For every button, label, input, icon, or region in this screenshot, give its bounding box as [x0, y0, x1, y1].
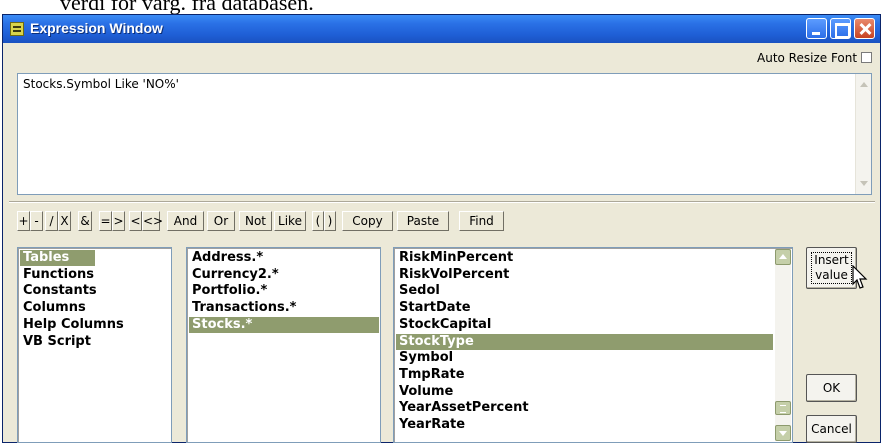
list-item[interactable]: Address.* — [189, 250, 379, 266]
app-icon — [10, 22, 24, 36]
list-item[interactable]: Help Columns — [20, 317, 124, 333]
operator-button[interactable]: Paste — [397, 211, 449, 231]
list-item[interactable]: Sedol — [396, 283, 773, 299]
operator-button[interactable]: <> — [142, 211, 163, 231]
insert-value-button[interactable]: Insert value — [806, 247, 857, 289]
scroll-up-icon[interactable] — [775, 249, 791, 265]
minimize-icon[interactable] — [806, 18, 827, 39]
scroll-down-icon[interactable] — [860, 181, 868, 186]
column-list-scrollbar[interactable] — [775, 249, 791, 441]
list-item[interactable]: RiskVolPercent — [396, 267, 773, 283]
list-item[interactable]: Columns — [20, 300, 95, 316]
list-item[interactable]: YearRate — [396, 417, 773, 433]
expression-scrollbar[interactable] — [855, 74, 871, 194]
expression-window: Expression Window Auto Resize Font Stock… — [2, 14, 881, 443]
operator-button[interactable]: - — [30, 211, 43, 231]
scroll-up-icon[interactable] — [860, 82, 868, 87]
list-item[interactable]: Stocks.* — [189, 316, 379, 333]
focus-rect — [811, 252, 852, 284]
operator-button[interactable]: > — [112, 211, 125, 231]
auto-resize-checkbox[interactable] — [861, 52, 873, 63]
expression-editor[interactable]: Stocks.Symbol Like 'NO%' — [17, 73, 872, 195]
operator-button[interactable]: Find — [459, 211, 504, 231]
list-item[interactable]: Volume — [396, 384, 773, 400]
operator-button[interactable]: Copy — [342, 211, 393, 231]
operator-button[interactable]: X — [58, 211, 71, 231]
list-item[interactable]: Symbol — [396, 350, 773, 366]
operator-button[interactable]: < — [129, 211, 142, 231]
operator-button[interactable]: / — [45, 211, 58, 231]
list-item[interactable]: RiskMinPercent — [396, 250, 773, 266]
scroll-thumb[interactable] — [775, 401, 791, 415]
ok-button[interactable]: OK — [806, 374, 857, 402]
list-item[interactable]: Currency2.* — [189, 267, 379, 283]
list-item[interactable]: YearAssetPercent — [396, 400, 773, 416]
operator-button[interactable]: ( — [312, 211, 324, 231]
list-item[interactable]: StockType — [396, 333, 773, 350]
operator-button[interactable]: Not — [239, 211, 272, 231]
maximize-icon[interactable] — [830, 18, 851, 39]
divider — [9, 201, 875, 203]
close-icon[interactable] — [854, 18, 875, 39]
list-item[interactable]: StartDate — [396, 300, 773, 316]
auto-resize-label: Auto Resize Font — [757, 51, 858, 65]
column-list[interactable]: RiskMinPercent RiskVolPercent Sedol StartDa… — [393, 247, 793, 443]
operator-button[interactable]: And — [167, 211, 204, 231]
table-list[interactable]: Address.* Currency2.* Portfolio.* Transacti… — [186, 247, 381, 443]
window-title: Expression Window — [30, 20, 163, 36]
operator-button[interactable]: ) — [324, 211, 336, 231]
list-item[interactable]: Constants — [20, 283, 97, 299]
list-item[interactable]: StockCapital — [396, 317, 773, 333]
operator-button[interactable]: Like — [274, 211, 306, 231]
scroll-down-icon[interactable] — [775, 425, 791, 441]
operator-button[interactable]: + — [17, 211, 30, 231]
mouse-cursor-icon — [852, 265, 868, 289]
list-item[interactable]: TmpRate — [396, 367, 773, 383]
operator-button[interactable]: = — [99, 211, 112, 231]
list-item[interactable]: Transactions.* — [189, 300, 379, 316]
expression-text[interactable]: Stocks.Symbol Like 'NO%' — [23, 77, 179, 91]
title-bar[interactable]: Expression Window — [3, 15, 880, 43]
cancel-button[interactable]: Cancel — [806, 415, 857, 443]
document-caption: verdi for varg. fra databasen. — [60, 0, 314, 15]
list-item[interactable]: Functions — [20, 267, 95, 283]
list-item[interactable]: Tables — [20, 250, 95, 266]
auto-resize-font-option[interactable]: Auto Resize Font — [757, 51, 873, 65]
list-item[interactable]: Portfolio.* — [189, 283, 379, 299]
list-item[interactable]: VB Script — [20, 334, 95, 350]
operator-button[interactable]: & — [78, 211, 92, 231]
operator-button[interactable]: Or — [207, 211, 235, 231]
category-list[interactable]: Tables Functions Constants Columns Help Colu… — [17, 247, 172, 443]
